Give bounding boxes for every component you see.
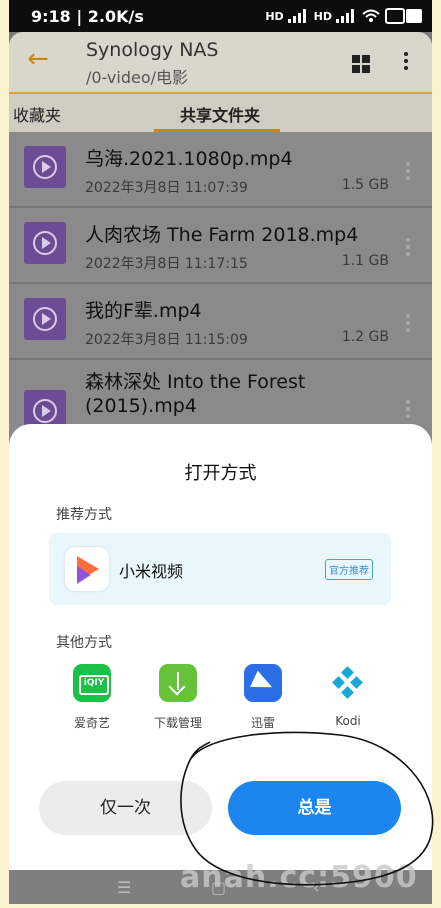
battery-icon bbox=[385, 8, 422, 24]
app-xunlei[interactable]: 迅雷 bbox=[223, 664, 303, 731]
wifi-icon bbox=[362, 9, 380, 22]
more-vertical-icon[interactable] bbox=[406, 238, 410, 259]
always-button[interactable]: 总是 bbox=[228, 781, 401, 835]
net-type-1: HD bbox=[265, 9, 284, 23]
more-vertical-icon[interactable] bbox=[406, 314, 410, 335]
file-row[interactable]: 乌海.2021.1080p.mp4 2022年3月8日 11:07:39 1.5… bbox=[9, 132, 432, 208]
app-label: 迅雷 bbox=[250, 716, 275, 730]
menu-icon[interactable]: ☰ bbox=[117, 878, 131, 897]
file-row[interactable]: 我的F辈.mp4 2022年3月8日 11:15:09 1.2 GB bbox=[9, 284, 432, 360]
arrow-left-icon[interactable]: ← bbox=[27, 46, 49, 72]
video-file-icon bbox=[24, 298, 66, 340]
app-label: Kodi bbox=[335, 714, 361, 728]
official-badge: 官方推荐 bbox=[325, 559, 373, 580]
tab-favorites[interactable]: 收藏夹 bbox=[13, 102, 61, 126]
file-list: 乌海.2021.1080p.mp4 2022年3月8日 11:07:39 1.5… bbox=[9, 132, 432, 470]
app-label: 下载管理 bbox=[153, 716, 202, 730]
signal-icon bbox=[287, 9, 310, 23]
file-size: 1.1 GB bbox=[341, 253, 389, 269]
file-size: 1.5 GB bbox=[341, 177, 389, 193]
file-date: 2022年3月8日 11:17:15 bbox=[85, 256, 248, 272]
video-file-icon bbox=[24, 222, 66, 264]
app-bar: ← Synology NAS /0-video/电影 bbox=[9, 32, 432, 92]
app-label: 爱奇艺 bbox=[73, 716, 110, 730]
file-row[interactable]: 人肉农场 The Farm 2018.mp4 2022年3月8日 11:17:1… bbox=[9, 208, 432, 284]
status-time: 9:18 | 2.0K/s bbox=[31, 7, 144, 26]
grid-icon[interactable] bbox=[352, 55, 370, 73]
signal-icon-2 bbox=[336, 9, 358, 23]
recommended-app-name: 小米视频 bbox=[119, 562, 184, 581]
file-date: 2022年3月8日 11:07:39 bbox=[85, 180, 248, 196]
more-vertical-icon[interactable] bbox=[404, 52, 408, 73]
file-name: 乌海.2021.1080p.mp4 bbox=[85, 148, 293, 170]
status-bar: 9:18 | 2.0K/s HD HD bbox=[9, 0, 432, 32]
current-path: /0-video/电影 bbox=[86, 68, 189, 87]
more-vertical-icon[interactable] bbox=[406, 162, 410, 183]
file-name: 我的F辈.mp4 bbox=[85, 300, 202, 322]
file-name: 森林深处 Into the Forest (2015).mp4 bbox=[85, 371, 306, 417]
video-file-icon bbox=[24, 146, 66, 188]
recommended-app[interactable]: 小米视频 官方推荐 bbox=[49, 533, 391, 605]
file-date: 2022年3月8日 11:15:09 bbox=[85, 332, 248, 348]
iqiyi-icon bbox=[73, 664, 111, 702]
watermark: anah.cc:5900 bbox=[180, 860, 418, 895]
more-vertical-icon[interactable] bbox=[406, 400, 410, 421]
app-download-manager[interactable]: 下载管理 bbox=[138, 664, 218, 731]
tab-bar: 收藏夹 共享文件夹 bbox=[9, 92, 432, 132]
app-kodi[interactable]: Kodi bbox=[308, 664, 388, 728]
download-manager-icon bbox=[159, 664, 197, 702]
tab-shared-folders[interactable]: 共享文件夹 bbox=[180, 102, 260, 126]
kodi-icon bbox=[329, 664, 367, 702]
open-with-sheet: 打开方式 推荐方式 小米视频 官方推荐 其他方式 爱奇艺 下载管理 迅雷 bbox=[9, 424, 432, 870]
others-label: 其他方式 bbox=[56, 635, 112, 651]
xunlei-icon bbox=[244, 664, 282, 702]
status-icons: HD HD bbox=[265, 6, 424, 26]
mi-video-icon bbox=[65, 547, 109, 591]
sheet-title: 打开方式 bbox=[184, 463, 257, 484]
app-iqiyi[interactable]: 爱奇艺 bbox=[52, 664, 132, 731]
phone-screen: 9:18 | 2.0K/s HD HD ← Synology NAS /0-vi… bbox=[9, 0, 432, 904]
file-name: 人肉农场 The Farm 2018.mp4 bbox=[85, 224, 359, 246]
once-button[interactable]: 仅一次 bbox=[39, 781, 212, 835]
recommended-label: 推荐方式 bbox=[56, 507, 112, 523]
file-size: 1.2 GB bbox=[341, 329, 389, 345]
app-title: Synology NAS bbox=[86, 39, 219, 61]
net-type-2: HD bbox=[313, 9, 332, 23]
other-apps: 爱奇艺 下载管理 迅雷 Kodi bbox=[9, 664, 432, 734]
